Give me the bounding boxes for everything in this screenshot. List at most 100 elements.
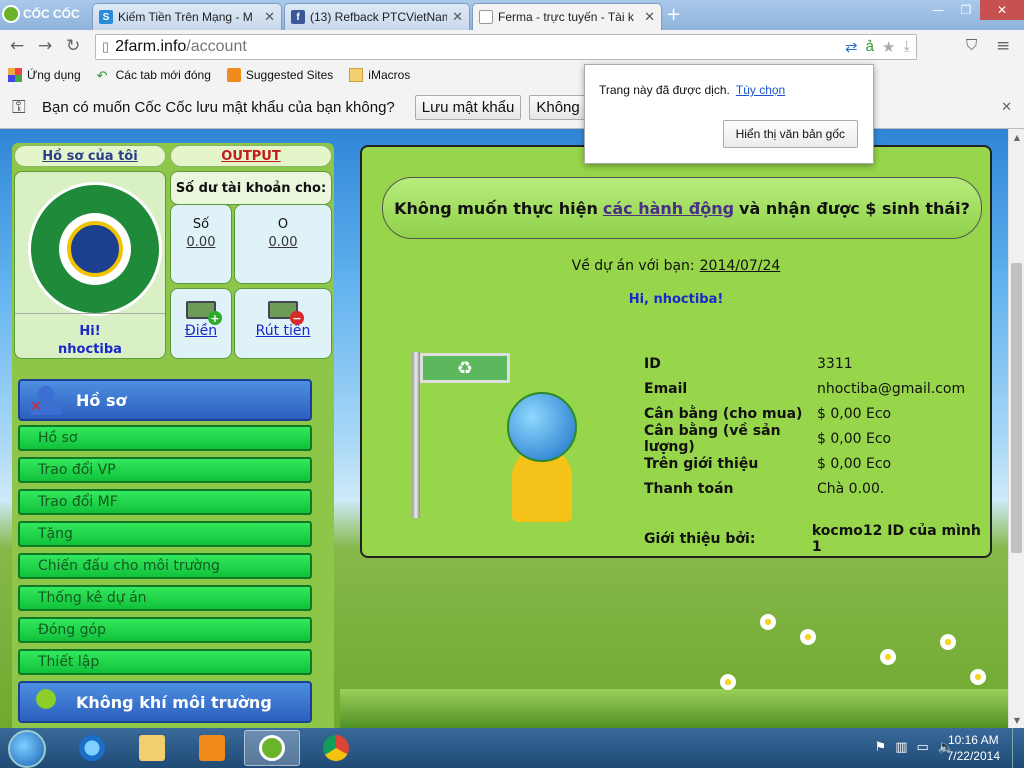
show-original-button[interactable]: Hiển thị văn bản gốc [722, 120, 858, 148]
coccoc-assistant-icon[interactable]: ả [866, 38, 874, 56]
translate-options-link[interactable]: Tùy chọn [736, 83, 785, 97]
address-bar[interactable]: ▯ 2farm.info/account ⇄ ả ★ ⤓ [95, 34, 917, 60]
scroll-down-icon[interactable]: ▼ [1009, 712, 1024, 728]
taskbar-chrome[interactable] [308, 730, 364, 766]
tab-title: Kiếm Tiền Trên Mạng - M [118, 10, 253, 24]
bookmark-label: Suggested Sites [245, 68, 334, 82]
output-link[interactable]: OUTPUT [170, 145, 332, 167]
menu-item-exchange-mf[interactable]: Trao đổi MF [18, 489, 312, 515]
actions-link[interactable]: các hành động [603, 199, 734, 218]
start-button[interactable] [8, 730, 46, 768]
scroll-up-icon[interactable]: ▲ [1009, 129, 1024, 145]
info-value: $ 0,00 Eco [817, 455, 892, 472]
translate-icon[interactable]: ⇄ [845, 38, 858, 56]
translate-message: Trang này đã được dịch. Tùy chọn [599, 83, 785, 97]
bookmark-imacros[interactable]: iMacros [349, 68, 410, 82]
menu-section-profile[interactable]: ✕ Hồ sơ [18, 379, 312, 421]
window-close-icon[interactable]: ✕ [980, 0, 1024, 20]
action-center-flag-icon[interactable]: ⚑ [875, 740, 887, 755]
menu-item-gift[interactable]: Tặng [18, 521, 312, 547]
back-icon[interactable]: ← [10, 36, 24, 56]
coccoc-logo-icon [2, 5, 20, 23]
system-tray: ⚑ ▥ ▭ 🔈 [875, 740, 954, 755]
coccoc-icon [259, 735, 285, 761]
new-tab-icon[interactable]: + [666, 4, 681, 25]
bookmark-suggested-sites[interactable]: Suggested Sites [226, 68, 334, 82]
forward-icon[interactable]: → [38, 36, 52, 56]
browser-brand-label: CỐC CỐC [23, 7, 80, 21]
shield-icon[interactable]: ⛉ [966, 36, 977, 54]
info-value: 3311 [817, 355, 853, 372]
daisy-flower [880, 649, 896, 665]
page-viewport: Hồ sơ của tôi OUTPUT Hi! nhoctiba Số dư … [0, 129, 1008, 728]
restore-icon[interactable]: ❐ [952, 0, 980, 20]
deposit-link[interactable]: Điền [185, 323, 217, 339]
balance-value-link[interactable]: 0.00 [235, 235, 331, 250]
page-info-icon[interactable]: ▯ [102, 39, 109, 55]
close-bar-icon[interactable]: ✕ [1001, 99, 1012, 115]
deposit-card[interactable]: + Điền [170, 288, 232, 359]
tab-close-icon[interactable]: ✕ [644, 9, 655, 25]
taskbar-clock[interactable]: 10:16 AM 7/22/2014 [947, 732, 1000, 764]
withdraw-card[interactable]: − Rút tiền [234, 288, 332, 359]
window-controls: — ❐ ✕ [924, 0, 1024, 20]
browser-toolbar: ← → ↻ ▯ 2farm.info/account ⇄ ả ★ ⤓ ⛉ ≡ [0, 30, 1024, 63]
project-since: Về dự án với bạn: 2014/07/24 [362, 258, 990, 274]
account-sidebar: Hồ sơ của tôi OUTPUT Hi! nhoctiba Số dư … [12, 143, 334, 728]
tab-kiem-tien[interactable]: S Kiếm Tiền Trên Mạng - M ✕ [92, 3, 282, 30]
taskbar-internet-explorer[interactable] [64, 730, 120, 766]
tab-title: (13) Refback PTCVietNam [310, 10, 448, 24]
menu-item-exchange-vp[interactable]: Trao đổi VP [18, 457, 312, 483]
menu-icon[interactable]: ≡ [996, 36, 1010, 56]
tab-refback[interactable]: f (13) Refback PTCVietNam ✕ [284, 3, 470, 30]
bookmark-star-icon[interactable]: ★ [882, 38, 895, 56]
info-key: Email [644, 380, 688, 397]
daisy-flower [940, 634, 956, 650]
bookmark-recent-tabs[interactable]: ↶ Các tab mới đóng [97, 68, 211, 83]
tab-close-icon[interactable]: ✕ [452, 9, 463, 25]
scroll-thumb[interactable] [1011, 263, 1022, 553]
menu-item-settings[interactable]: Thiết lập [18, 649, 312, 675]
bookmark-label: Ứng dụng [27, 68, 81, 82]
display-icon[interactable]: ▭ [917, 740, 929, 755]
media-player-icon [199, 735, 225, 761]
balance-value-link[interactable]: 0.00 [171, 235, 231, 250]
browser-brand[interactable]: CỐC CỐC [2, 3, 90, 25]
user-greeting: Hi, nhoctiba! [628, 292, 724, 307]
menu-item-fight-for-environment[interactable]: Chiến đấu cho môi trường [18, 553, 312, 579]
info-row-payment: Thanh toán Chà 0.00. [644, 476, 990, 501]
profile-card: Hi! nhoctiba [14, 171, 166, 359]
facebook-favicon-icon: f [291, 10, 305, 24]
balance-label: Số [192, 217, 210, 232]
taskbar-media-player[interactable] [184, 730, 240, 766]
network-icon[interactable]: ▥ [895, 740, 907, 755]
menu-item-profile[interactable]: Hồ sơ [18, 425, 312, 451]
menu-item-project-statistics[interactable]: Thống kê dự án [18, 585, 312, 611]
translate-popup: Trang này đã được dịch. Tùy chọn Hiển thị… [584, 64, 874, 164]
account-info-table: ID 3311 Email nhoctiba@gmail.com Cân bằng … [644, 351, 990, 555]
bookmark-label: Các tab mới đóng [115, 68, 211, 82]
withdraw-link[interactable]: Rút tiền [256, 323, 311, 339]
taskbar-coccoc[interactable] [244, 730, 300, 766]
my-profile-link[interactable]: Hồ sơ của tôi [14, 145, 166, 167]
info-key: Trên giới thiệu [644, 455, 759, 472]
daisy-flower [970, 669, 986, 685]
taskbar-file-explorer[interactable] [124, 730, 180, 766]
menu-section-air[interactable]: Không khí môi trường [18, 681, 312, 723]
save-password-button[interactable]: Lưu mật khẩu [414, 95, 522, 120]
menu-item-contribution[interactable]: Đóng góp [18, 617, 312, 643]
show-desktop-button[interactable] [1012, 728, 1024, 768]
internet-explorer-icon [79, 735, 105, 761]
tab-close-icon[interactable]: ✕ [264, 9, 275, 25]
download-icon[interactable]: ⤓ [903, 38, 910, 56]
minimize-icon[interactable]: — [924, 0, 952, 20]
bookmark-apps[interactable]: Ứng dụng [8, 68, 81, 82]
banner-text-end: và nhận được $ sinh thái? [739, 198, 970, 218]
tab-title: Ferma - trực tuyến - Tài k [498, 10, 634, 24]
info-row-balance-output: Cân bằng (về sản lượng) $ 0,00 Eco [644, 423, 990, 455]
skype-favicon-icon: S [99, 10, 113, 24]
tab-ferma[interactable]: Ferma - trực tuyến - Tài k ✕ [472, 3, 662, 30]
vertical-scrollbar[interactable]: ▲ ▼ [1008, 129, 1024, 728]
key-icon: ⚿ [12, 97, 26, 117]
reload-icon[interactable]: ↻ [66, 36, 80, 56]
